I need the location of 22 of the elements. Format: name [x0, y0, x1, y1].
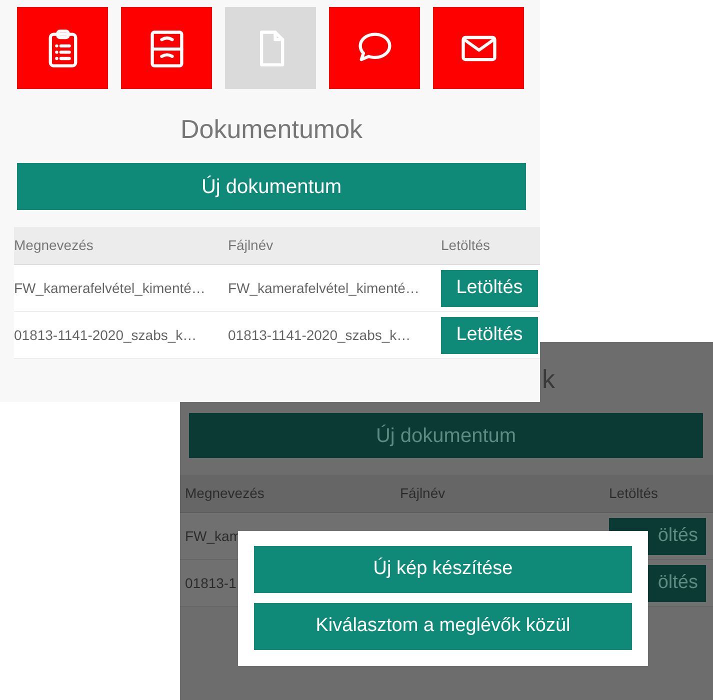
- page-title: Dokumentumok: [179, 113, 364, 146]
- dialog-option-button[interactable]: Új kép készítése: [254, 546, 632, 593]
- table-cell: FW_kamerafelvétel_kimenté…: [228, 280, 420, 296]
- table-cell: 01813-1141-2020_szabs_k…: [228, 326, 411, 342]
- download-button[interactable]: Letöltés: [441, 270, 538, 306]
- column-header: Fájlnév: [228, 236, 274, 255]
- column-header: Megnevezés: [14, 236, 94, 255]
- column-header: Letöltés: [609, 484, 660, 503]
- new-document-button[interactable]: Új dokumentum: [189, 413, 703, 458]
- tab[interactable]: [329, 7, 420, 89]
- download-button[interactable]: Letöltés: [441, 316, 538, 354]
- table-cell: FW_kamerafelvétel_kimenté…: [14, 280, 206, 296]
- table-cell: 01813-1141-2020_szabs_k…: [14, 326, 197, 342]
- tab[interactable]: [17, 7, 108, 89]
- column-header: Letöltés: [441, 236, 492, 255]
- column-header: Fájlnév: [400, 484, 446, 503]
- tab[interactable]: [121, 7, 212, 89]
- column-header: Megnevezés: [184, 484, 266, 503]
- dialog-option-button[interactable]: Kiválasztom a meglévők közül: [254, 603, 632, 650]
- new-document-button[interactable]: Új dokumentum: [17, 163, 526, 210]
- tab[interactable]: [433, 7, 524, 89]
- table-cell: 01813-1: [185, 574, 236, 590]
